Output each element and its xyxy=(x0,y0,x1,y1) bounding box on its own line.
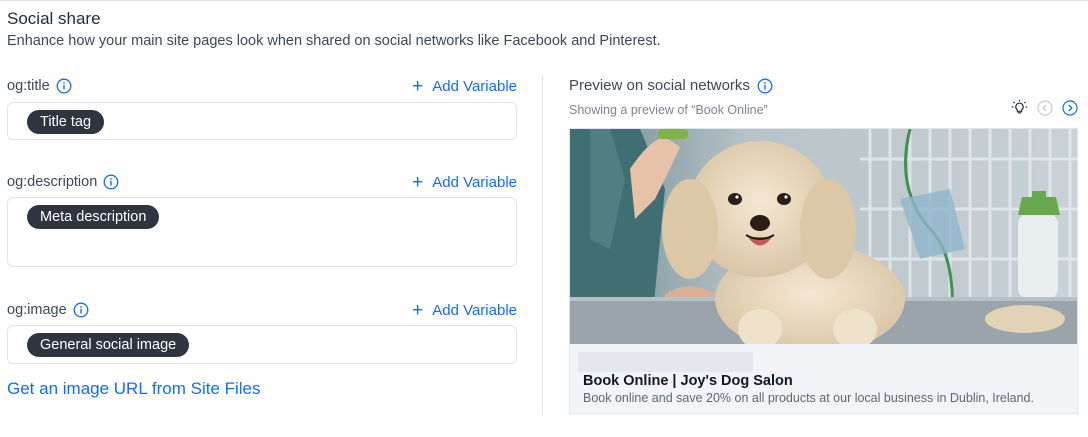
add-variable-label: Add Variable xyxy=(432,301,517,319)
og-description-field[interactable]: Meta description xyxy=(7,197,517,267)
og-title-label-row: og:title + Add Variable xyxy=(7,74,517,98)
og-image-label-text: og:image xyxy=(7,302,67,318)
og-description-add-variable-button[interactable]: + Add Variable xyxy=(412,173,517,192)
plus-icon: + xyxy=(412,171,424,193)
og-title-add-variable-button[interactable]: + Add Variable xyxy=(412,77,517,96)
og-image-label-row: og:image + Add Variable xyxy=(7,298,517,322)
preview-card-description: Book online and save 20% on all products… xyxy=(583,391,1034,405)
preview-toolbar xyxy=(1011,99,1078,116)
panel-divider xyxy=(542,75,543,415)
chevron-right-icon[interactable] xyxy=(1061,99,1078,116)
og-title-field[interactable]: Title tag xyxy=(7,102,517,140)
info-icon[interactable] xyxy=(56,78,72,94)
plus-icon: + xyxy=(412,299,424,321)
preview-card-title: Book Online | Joy's Dog Salon xyxy=(583,373,793,389)
og-title-label-text: og:title xyxy=(7,78,50,94)
og-description-label-row: og:description + Add Variable xyxy=(7,170,517,194)
top-divider xyxy=(0,0,1088,1)
add-variable-label: Add Variable xyxy=(432,173,517,191)
preview-title: Preview on social networks xyxy=(569,77,773,94)
social-preview-card: Book Online | Joy's Dog Salon Book onlin… xyxy=(569,128,1078,414)
url-placeholder xyxy=(578,352,753,372)
info-icon[interactable] xyxy=(757,78,773,94)
og-image-add-variable-button[interactable]: + Add Variable xyxy=(412,301,517,320)
info-icon[interactable] xyxy=(103,174,119,190)
add-variable-label: Add Variable xyxy=(432,77,517,95)
og-image-field[interactable]: General social image xyxy=(7,325,517,364)
site-files-link[interactable]: Get an image URL from Site Files xyxy=(7,379,261,399)
preview-card-footer: Book Online | Joy's Dog Salon Book onlin… xyxy=(570,344,1077,413)
preview-title-text: Preview on social networks xyxy=(569,77,750,94)
section-title: Social share xyxy=(7,9,101,28)
og-title-label: og:title xyxy=(7,78,72,94)
og-description-label: og:description xyxy=(7,174,119,190)
dog-photo xyxy=(570,129,1077,344)
info-icon[interactable] xyxy=(73,302,89,318)
og-description-label-text: og:description xyxy=(7,174,98,190)
preview-subtitle: Showing a preview of “Book Online” xyxy=(569,103,768,117)
og-image-label: og:image xyxy=(7,302,89,318)
plus-icon: + xyxy=(412,75,424,97)
title-tag-chip[interactable]: Title tag xyxy=(27,110,105,134)
general-social-image-chip[interactable]: General social image xyxy=(27,333,190,357)
meta-description-chip[interactable]: Meta description xyxy=(27,205,160,229)
section-subtitle: Enhance how your main site pages look wh… xyxy=(7,33,661,49)
chevron-left-icon[interactable] xyxy=(1036,99,1053,116)
lightbulb-icon[interactable] xyxy=(1011,99,1028,116)
